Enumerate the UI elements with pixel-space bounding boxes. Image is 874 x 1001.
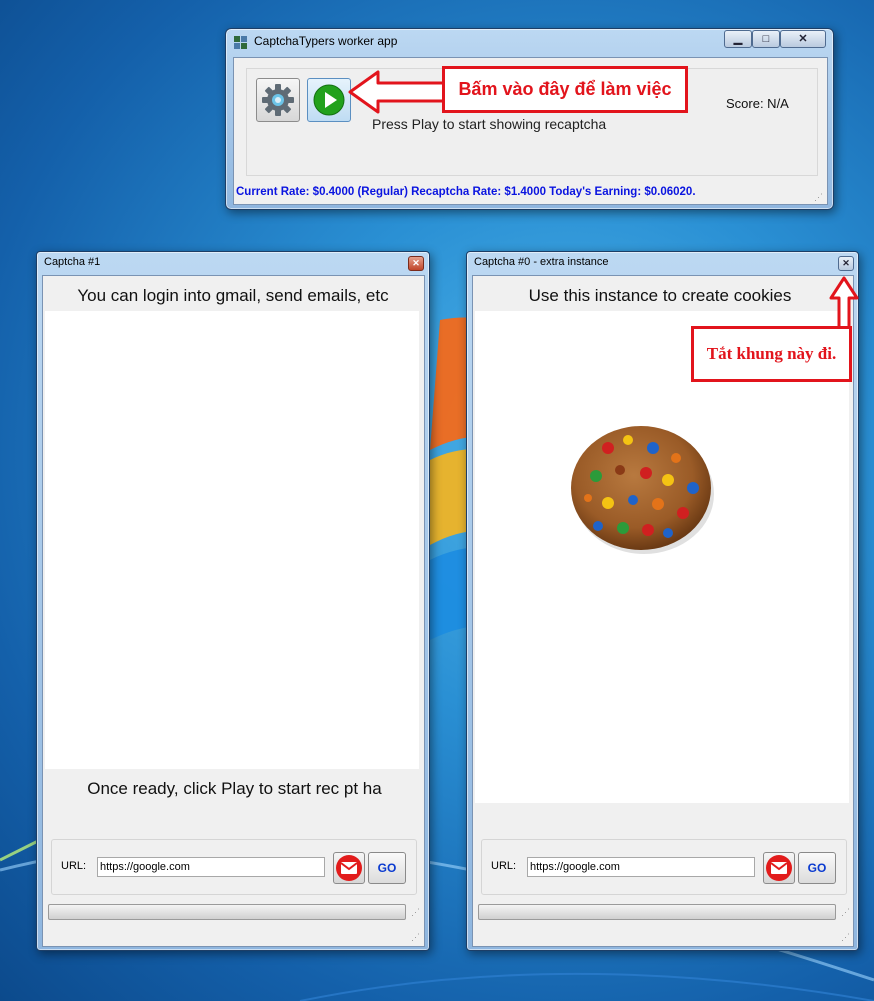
- resize-grip-icon[interactable]: ⋰: [841, 932, 851, 942]
- captcha1-url-input[interactable]: [97, 857, 325, 877]
- close-callout: Tắt khung này đi.: [691, 326, 852, 382]
- gmail-icon: [336, 855, 362, 881]
- close-icon: ✕: [842, 258, 850, 268]
- resize-grip-icon[interactable]: ⋰: [411, 932, 421, 942]
- minimize-icon: ▁: [733, 33, 743, 45]
- settings-button[interactable]: [256, 78, 300, 122]
- play-button[interactable]: [307, 78, 351, 122]
- gear-icon: [262, 84, 294, 116]
- captcha1-go-button[interactable]: GO: [368, 852, 406, 884]
- captcha1-title: Captcha #1: [44, 256, 101, 268]
- captcha1-client: You can login into gmail, send emails, e…: [42, 275, 425, 947]
- captcha0-close-button[interactable]: ✕: [838, 256, 854, 271]
- play-icon: [313, 84, 345, 116]
- cookie-image: [571, 426, 714, 554]
- captcha0-content-area: [475, 311, 849, 803]
- close-button[interactable]: ✕: [780, 30, 826, 48]
- captcha1-gmail-button[interactable]: [333, 852, 365, 884]
- play-status-text: Press Play to start showing recaptcha: [372, 116, 607, 132]
- red-arrow-icon: [829, 276, 859, 332]
- app-logo-icon: [234, 36, 247, 49]
- captcha1-content-area: [45, 311, 419, 769]
- resize-grip-icon[interactable]: ⋰: [814, 192, 824, 202]
- red-arrow-icon: [348, 70, 448, 114]
- captcha1-footer-text: Once ready, click Play to start rec pt h…: [87, 779, 382, 798]
- captcha0-go-button[interactable]: GO: [798, 852, 836, 884]
- captcha0-gmail-button[interactable]: [763, 852, 795, 884]
- main-window: CaptchaTypers worker app ▁ □ ✕ Press Pla…: [225, 28, 834, 210]
- main-window-title: CaptchaTypers worker app: [254, 34, 398, 48]
- resize-grip-icon[interactable]: ⋰: [411, 907, 421, 917]
- minimize-button[interactable]: ▁: [724, 30, 752, 48]
- captcha0-title: Captcha #0 - extra instance: [474, 256, 609, 268]
- score-text: Score: N/A: [726, 96, 789, 111]
- maximize-icon: □: [762, 33, 770, 45]
- gmail-icon: [766, 855, 792, 881]
- captcha1-heading: You can login into gmail, send emails, e…: [77, 286, 389, 305]
- close-icon: ✕: [412, 258, 420, 268]
- rates-text: Current Rate: $0.4000 (Regular) Recaptch…: [236, 186, 696, 198]
- captcha0-heading: Use this instance to create cookies: [528, 286, 792, 305]
- play-callout: Bấm vào đây để làm việc: [442, 66, 688, 113]
- captcha0-url-input[interactable]: [527, 857, 755, 877]
- maximize-button[interactable]: □: [752, 30, 780, 48]
- captcha1-window: Captcha #1 ✕ You can login into gmail, s…: [36, 251, 430, 951]
- captcha1-close-button[interactable]: ✕: [408, 256, 424, 271]
- close-icon: ✕: [798, 33, 808, 45]
- captcha0-progress-bar: [478, 904, 836, 920]
- captcha1-progress-bar: [48, 904, 406, 920]
- resize-grip-icon[interactable]: ⋰: [841, 907, 851, 917]
- captcha1-url-label: URL:: [61, 860, 87, 872]
- captcha0-url-label: URL:: [491, 860, 517, 872]
